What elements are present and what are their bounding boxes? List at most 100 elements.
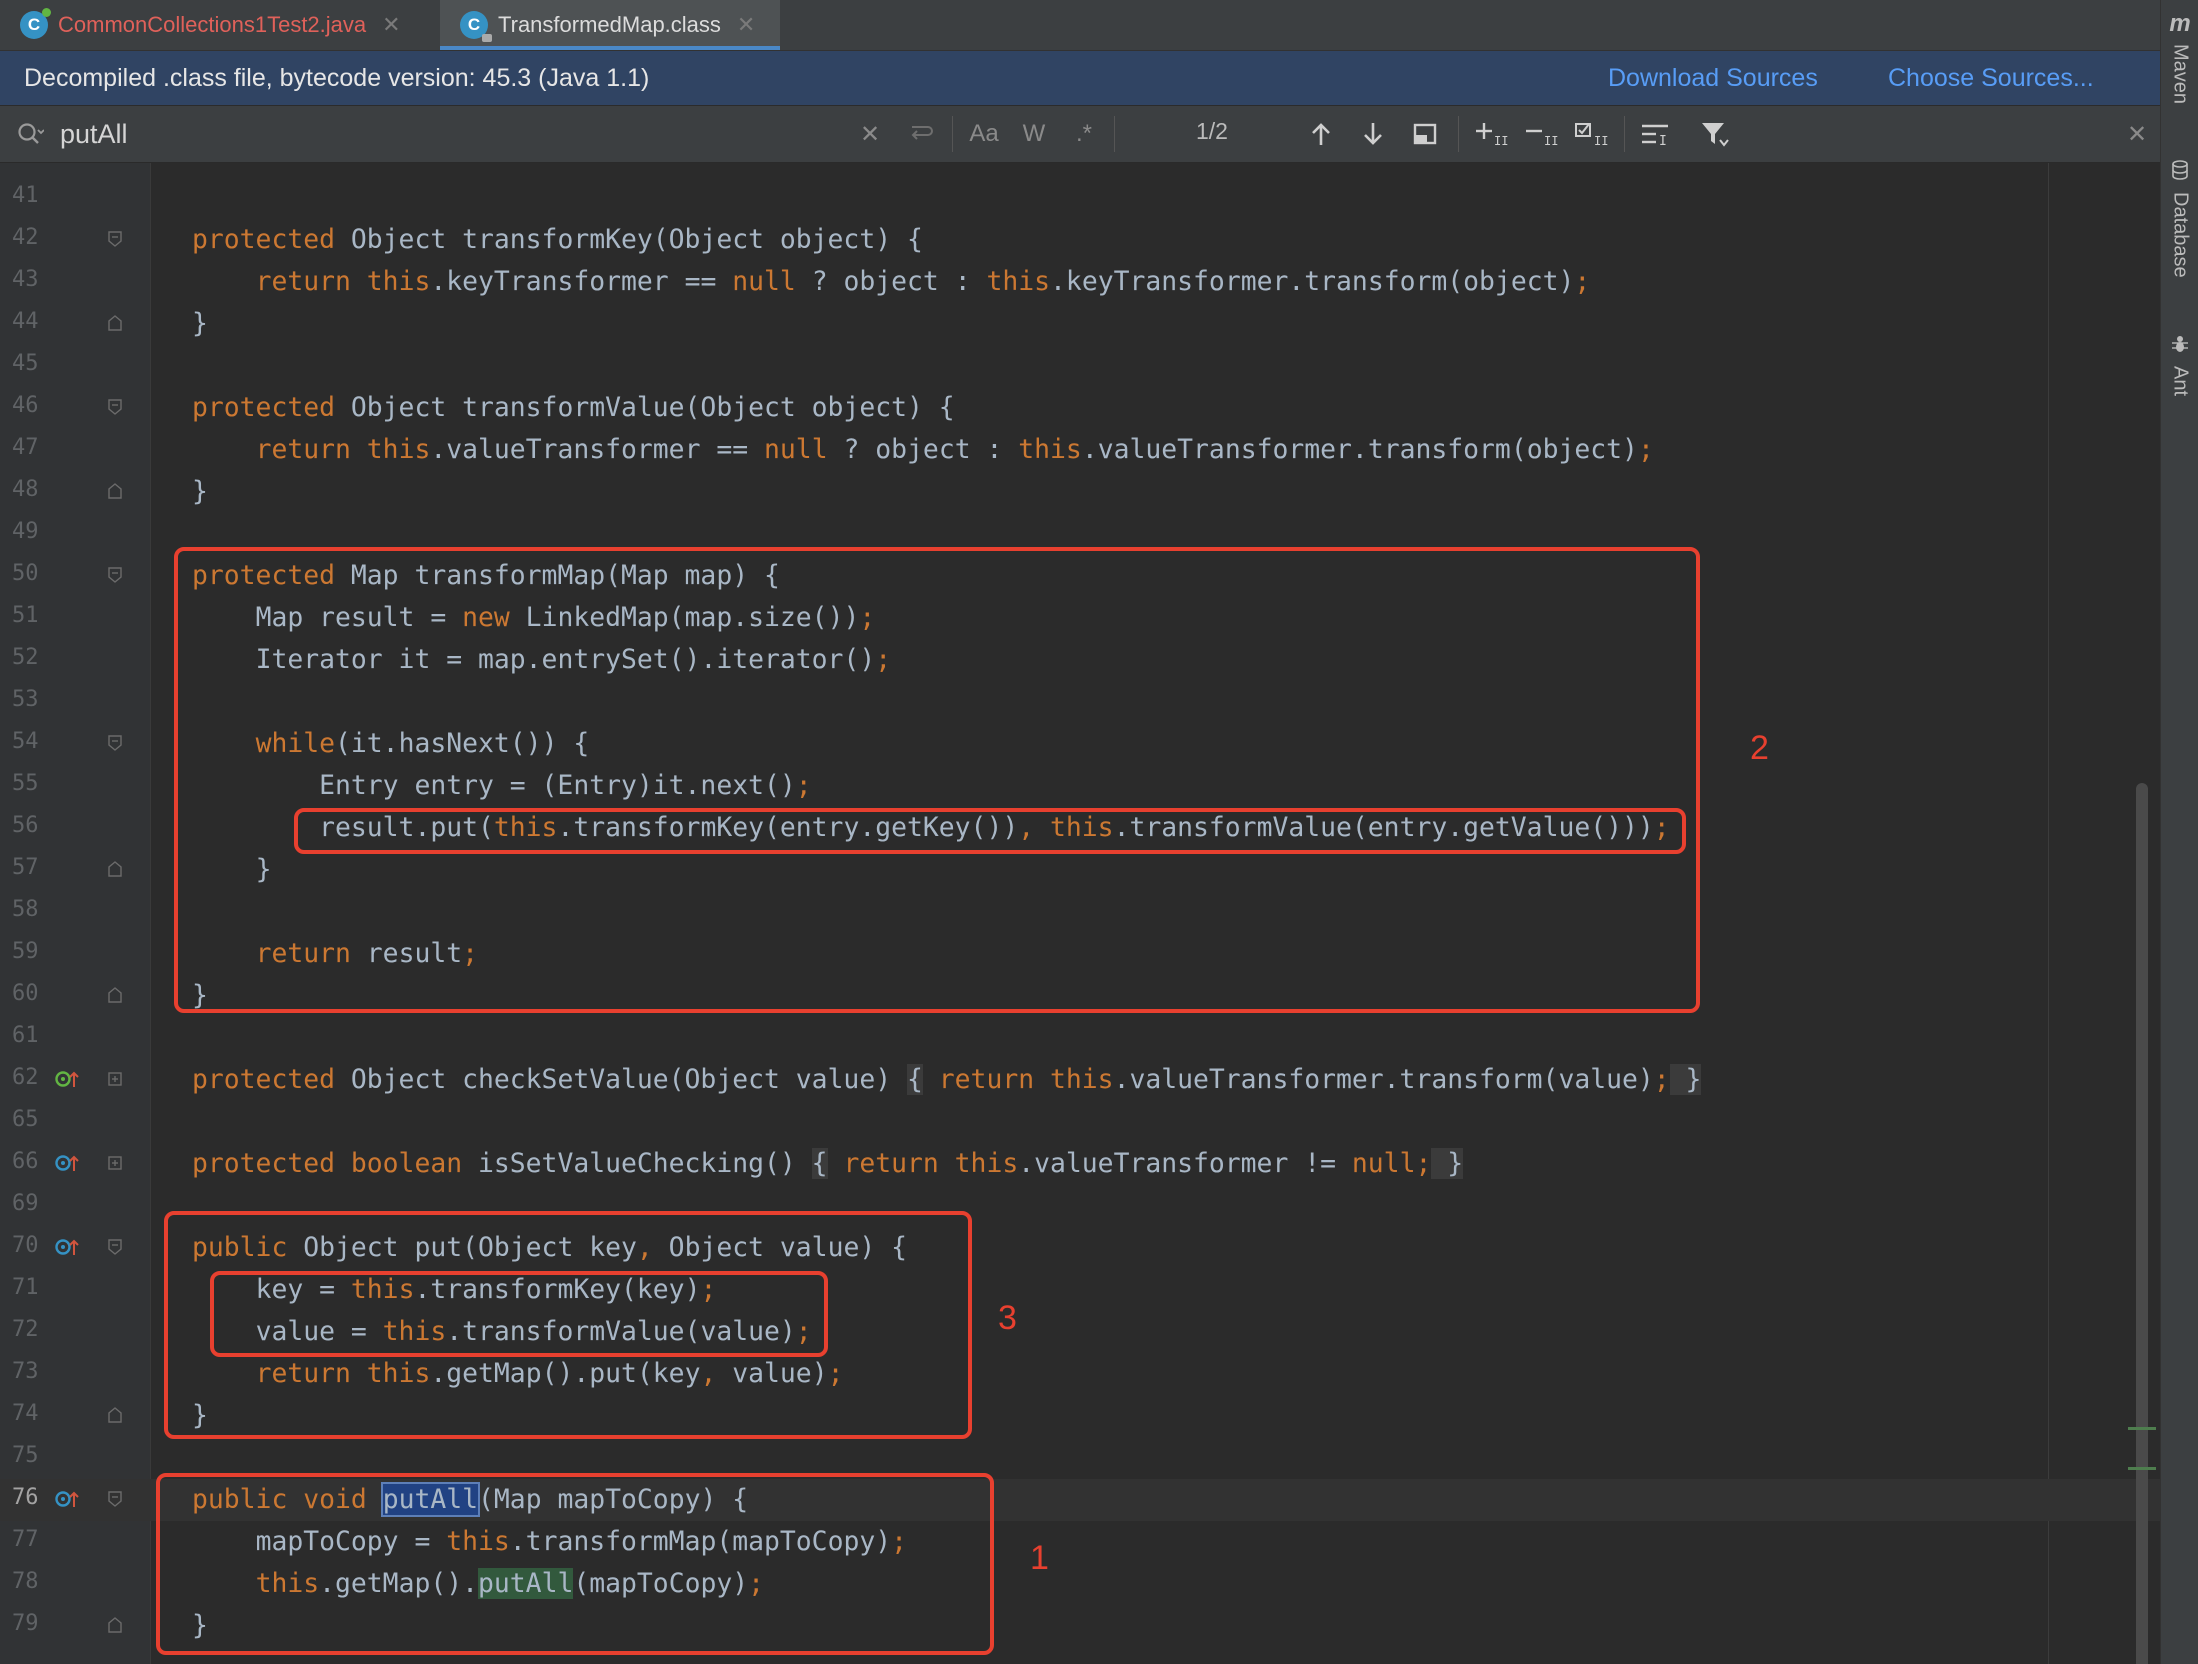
- maven-label: Maven: [2169, 44, 2192, 105]
- code-line: 65: [0, 1101, 2160, 1143]
- code-line: 48 }: [0, 471, 2160, 513]
- remove-occurrence-icon[interactable]: II: [1522, 116, 1560, 152]
- code-line: 41: [0, 177, 2160, 219]
- line-number: 48: [12, 477, 39, 502]
- fold-close-icon[interactable]: [108, 483, 122, 499]
- code-editor[interactable]: 41 42 protected Object transformKey(Obje…: [0, 163, 2160, 1664]
- select-all-occurrences-icon[interactable]: [1410, 116, 1440, 152]
- line-number: 45: [12, 351, 39, 376]
- fold-collapsed-icon[interactable]: [108, 1155, 122, 1171]
- tab-transformedmap-class[interactable]: C TransformedMap.class ✕: [440, 0, 780, 50]
- svg-text:II: II: [1594, 134, 1608, 147]
- code-text: }: [192, 476, 208, 507]
- search-result-marker[interactable]: [2128, 1467, 2156, 1470]
- code-line: 66 protected boolean isSetValueChecking(…: [0, 1143, 2160, 1185]
- database-label: Database: [2169, 192, 2192, 278]
- svg-text:II: II: [1544, 134, 1558, 147]
- overrides-method-icon[interactable]: [54, 1235, 84, 1259]
- clear-search-icon[interactable]: ✕: [856, 116, 884, 152]
- line-number: 56: [12, 813, 39, 838]
- annotation-box-inner-3: [210, 1271, 828, 1357]
- overrides-method-icon[interactable]: [54, 1151, 84, 1175]
- toggle-occurrence-icon[interactable]: II: [1572, 116, 1610, 152]
- code-text: protected Object transformValue(Object o…: [192, 392, 955, 423]
- filter-icon[interactable]: [1696, 116, 1734, 152]
- fold-close-icon[interactable]: [108, 1617, 122, 1633]
- code-line: 47 return this.valueTransformer == null …: [0, 429, 2160, 471]
- code-line: 44 }: [0, 303, 2160, 345]
- editor-tab-bar: C CommonCollections1Test2.java ✕ C Trans…: [0, 0, 2160, 51]
- line-number: 59: [12, 939, 39, 964]
- close-tab-icon[interactable]: ✕: [382, 12, 400, 38]
- line-number: 78: [12, 1569, 39, 1594]
- annotation-box-2: [174, 547, 1700, 1013]
- ant-tool-button[interactable]: Ant: [2163, 334, 2197, 396]
- fold-open-icon[interactable]: [108, 735, 122, 751]
- line-number: 54: [12, 729, 39, 754]
- line-number: 76: [12, 1485, 39, 1510]
- fold-open-icon[interactable]: [108, 1239, 122, 1255]
- line-number: 62: [12, 1065, 39, 1090]
- line-number: 66: [12, 1149, 39, 1174]
- line-number: 61: [12, 1023, 39, 1048]
- right-tool-window-bar: m Maven Database Ant: [2160, 0, 2198, 1664]
- fold-open-icon[interactable]: [108, 1491, 122, 1507]
- download-sources-link[interactable]: Download Sources: [1608, 64, 1818, 93]
- svg-text:II: II: [1494, 134, 1508, 147]
- search-result-marker[interactable]: [2128, 1427, 2156, 1430]
- line-number: 69: [12, 1191, 39, 1216]
- decompiled-notice-text: Decompiled .class file, bytecode version…: [24, 63, 650, 92]
- fold-open-icon[interactable]: [108, 231, 122, 247]
- separator: [1114, 116, 1115, 152]
- code-text: protected boolean isSetValueChecking() {…: [192, 1148, 1464, 1179]
- maven-icon: m: [2169, 10, 2191, 37]
- search-input[interactable]: [60, 114, 860, 154]
- code-text: protected Object transformKey(Object obj…: [192, 224, 923, 255]
- line-number: 42: [12, 225, 39, 250]
- ant-icon: [2171, 334, 2189, 360]
- line-number: 53: [12, 687, 39, 712]
- line-number: 46: [12, 393, 39, 418]
- database-tool-button[interactable]: Database: [2163, 160, 2197, 278]
- annotation-label-2: 2: [1750, 729, 1769, 767]
- tab-commoncollections1test2[interactable]: C CommonCollections1Test2.java ✕: [20, 0, 425, 50]
- next-occurrence-icon[interactable]: [1358, 116, 1388, 152]
- line-number: 49: [12, 519, 39, 544]
- new-line-icon[interactable]: [906, 116, 936, 152]
- vertical-scrollbar[interactable]: [2136, 783, 2148, 1664]
- line-number: 70: [12, 1233, 39, 1258]
- fold-close-icon[interactable]: [108, 315, 122, 331]
- tab-label: TransformedMap.class: [498, 12, 721, 37]
- separator: [1624, 116, 1625, 152]
- code-line: 62 protected Object checkSetValue(Object…: [0, 1059, 2160, 1101]
- previous-occurrence-icon[interactable]: [1306, 116, 1336, 152]
- fold-open-icon[interactable]: [108, 567, 122, 583]
- close-find-bar-icon[interactable]: ✕: [2124, 116, 2150, 152]
- maven-tool-button[interactable]: m Maven: [2163, 10, 2197, 104]
- line-number: 44: [12, 309, 39, 334]
- match-case-toggle[interactable]: Aa: [964, 116, 1004, 152]
- search-icon[interactable]: [16, 121, 45, 149]
- fold-collapsed-icon[interactable]: [108, 1071, 122, 1087]
- implements-method-icon[interactable]: [54, 1067, 84, 1091]
- fold-open-icon[interactable]: [108, 399, 122, 415]
- code-line: 43 return this.keyTransformer == null ? …: [0, 261, 2160, 303]
- fold-close-icon[interactable]: [108, 987, 122, 1003]
- filter-search-results-icon[interactable]: I: [1636, 116, 1674, 152]
- separator: [952, 116, 953, 152]
- regex-toggle[interactable]: .*: [1066, 116, 1102, 152]
- choose-sources-link[interactable]: Choose Sources...: [1888, 64, 2094, 93]
- decompiled-notification-bar: Decompiled .class file, bytecode version…: [0, 51, 2160, 105]
- code-line: 46 protected Object transformValue(Objec…: [0, 387, 2160, 429]
- words-toggle[interactable]: W: [1016, 116, 1052, 152]
- add-occurrence-icon[interactable]: II: [1472, 116, 1510, 152]
- fold-close-icon[interactable]: [108, 861, 122, 877]
- overrides-method-icon[interactable]: [54, 1487, 84, 1511]
- close-tab-icon[interactable]: ✕: [737, 12, 755, 38]
- code-text: return this.valueTransformer == null ? o…: [255, 434, 1654, 465]
- ant-label: Ant: [2169, 366, 2192, 397]
- fold-close-icon[interactable]: [108, 1407, 122, 1423]
- line-number: 65: [12, 1107, 39, 1132]
- code-line: 42 protected Object transformKey(Object …: [0, 219, 2160, 261]
- line-number: 52: [12, 645, 39, 670]
